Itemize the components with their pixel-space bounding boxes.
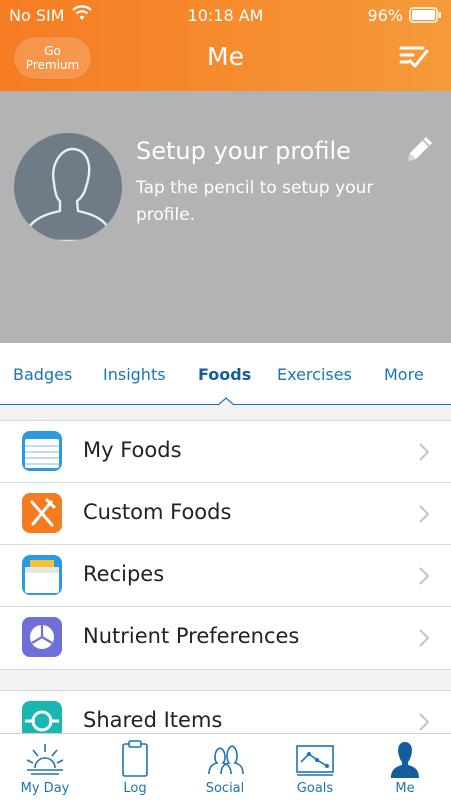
clipboard-icon	[122, 740, 148, 777]
tab-more[interactable]: More	[384, 365, 424, 384]
chevron-right-icon	[419, 629, 429, 647]
page-title: Me	[207, 42, 244, 71]
recipe-box-icon	[22, 555, 62, 595]
avatar[interactable]	[14, 133, 122, 241]
list-item-nutrient-preferences[interactable]: Nutrient Preferences	[0, 607, 451, 669]
chevron-right-icon	[419, 443, 429, 461]
list-item-label: Recipes	[83, 562, 165, 586]
graph-icon	[296, 745, 334, 776]
fork-knife-icon	[22, 493, 62, 533]
tab-exercises[interactable]: Exercises	[277, 365, 352, 384]
bottom-tab-bar: My Day Log Social Goals Me	[0, 733, 451, 800]
tab-insights[interactable]: Insights	[103, 365, 166, 384]
segment-tabs: Badges Insights Foods Exercises More	[0, 343, 451, 406]
tabbar-label: Log	[123, 781, 147, 796]
list-item-recipes[interactable]: Recipes	[0, 545, 451, 607]
tabbar-label: Goals	[296, 781, 334, 796]
tabbar-goals[interactable]: Goals	[270, 734, 360, 800]
list-item-shared-items[interactable]: Shared Items	[0, 691, 451, 734]
list-item-label: My Foods	[83, 438, 182, 462]
chevron-right-icon	[419, 505, 429, 523]
status-bar: No SIM 10:18 AM 96%	[0, 0, 451, 30]
tabbar-log[interactable]: Log	[90, 734, 180, 800]
pie-chart-icon	[22, 617, 62, 657]
list-item-label: Custom Foods	[83, 500, 232, 524]
tab-foods[interactable]: Foods	[198, 365, 251, 384]
foods-list: My Foods Custom Foods Recipes Nutrient P…	[0, 420, 451, 670]
person-silhouette-icon	[22, 147, 116, 241]
shared-list: Shared Items	[0, 690, 451, 734]
battery-icon	[409, 7, 441, 23]
sunrise-icon	[26, 744, 64, 775]
active-tab-caret-icon	[218, 397, 234, 406]
list-item-custom-foods[interactable]: Custom Foods	[0, 483, 451, 545]
tab-badges[interactable]: Badges	[13, 365, 72, 384]
tabbar-label: My Day	[20, 781, 70, 796]
profile-subtitle: Tap the pencil to setup your profile.	[136, 178, 374, 225]
notebook-icon	[22, 431, 62, 471]
header-bar: No SIM 10:18 AM 96% Go Premium Me	[0, 0, 451, 91]
people-icon	[208, 745, 244, 775]
tabbar-label: Me	[395, 781, 415, 796]
chevron-right-icon	[419, 713, 429, 731]
person-icon	[391, 742, 419, 778]
chevron-right-icon	[419, 567, 429, 585]
profile-title: Setup your profile	[136, 137, 351, 165]
tabbar-me[interactable]: Me	[360, 734, 450, 800]
tabbar-my-day[interactable]: My Day	[0, 734, 90, 800]
list-item-label: Shared Items	[83, 708, 223, 732]
tabbar-social[interactable]: Social	[180, 734, 270, 800]
battery-percent: 96%	[367, 6, 403, 25]
share-icon	[22, 701, 62, 734]
checklist-icon[interactable]	[399, 44, 429, 70]
list-item-my-foods[interactable]: My Foods	[0, 421, 451, 483]
tabbar-label: Social	[205, 781, 245, 796]
profile-header: Setup your profile Tap the pencil to set…	[0, 91, 451, 343]
list-item-label: Nutrient Preferences	[83, 624, 300, 648]
pencil-icon[interactable]	[402, 133, 436, 167]
